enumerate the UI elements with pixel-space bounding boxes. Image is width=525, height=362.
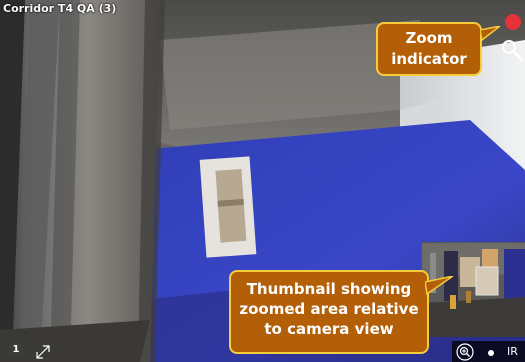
zoom-indicator-callout: Zoom indicator [376, 22, 482, 76]
viewport-number-badge: 1 [9, 343, 23, 357]
expand-diagonal-icon[interactable] [34, 343, 52, 361]
thumbnail-callout-pointer [425, 276, 454, 296]
zoom-in-circle-icon[interactable] [456, 343, 474, 361]
camera-viewer[interactable]: Corridor T4 QA (3) Zoom indicator Thumbn… [0, 0, 525, 362]
thumbnail-callout-text: Thumbnail showing zoomed area relative t… [239, 280, 419, 338]
camera-title: Corridor T4 QA (3) [3, 2, 117, 15]
recording-indicator [505, 14, 521, 30]
ir-label[interactable]: IR [507, 345, 518, 358]
thumbnail-callout: Thumbnail showing zoomed area relative t… [229, 270, 429, 354]
status-dot [488, 350, 494, 356]
magnifier-icon[interactable] [500, 38, 525, 62]
zoom-indicator-callout-text: Zoom indicator [391, 29, 467, 68]
zoom-callout-pointer [480, 26, 501, 42]
